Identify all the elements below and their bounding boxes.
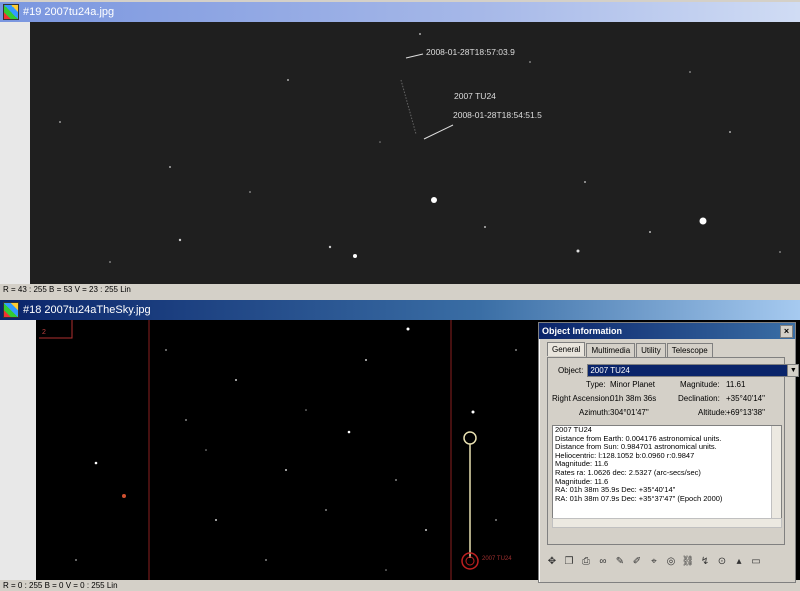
up-arrow-icon[interactable]: ▴: [732, 555, 746, 569]
object-details-textbox[interactable]: 2007 TU24 Distance from Earth: 0.004176 …: [552, 425, 782, 519]
svg-text:2: 2: [42, 329, 46, 336]
object-marker-start[interactable]: [463, 431, 477, 445]
close-icon[interactable]: ×: [780, 325, 793, 338]
chevron-down-icon[interactable]: ▼: [787, 365, 799, 376]
azimuth-label: Azimuth:: [579, 408, 611, 417]
object-row: Object: 2007 TU24 ▼: [558, 364, 800, 377]
object-annotation: 2007 TU24: [454, 91, 496, 101]
asteroid-trail: [400, 79, 417, 135]
type-value: Minor Planet: [610, 380, 655, 389]
tab-utility[interactable]: Utility: [636, 343, 666, 357]
time-annotation-top: 2008-01-28T18:57:03.9: [426, 47, 515, 57]
ra-label: Right Ascension:: [552, 394, 612, 403]
window-titlebar[interactable]: #18 2007tu24aTheSky.jpg: [0, 300, 800, 320]
tab-bar: General Multimedia Utility Telescope: [547, 342, 714, 357]
dec-label: Declination:: [678, 394, 720, 403]
object-label: Object:: [558, 366, 584, 375]
star-field-svg: [59, 33, 781, 263]
edit-icon[interactable]: ✐: [630, 555, 644, 569]
left-margin: [0, 320, 36, 580]
tab-general[interactable]: General: [547, 342, 586, 356]
left-margin: [0, 22, 30, 284]
marker-label: 2007 TU24: [482, 556, 512, 562]
time-annotation-bottom: 2008-01-28T18:54:51.5: [453, 110, 542, 120]
azimuth-value: 304°01'47": [610, 408, 649, 417]
copy-icon[interactable]: ❐: [562, 555, 576, 569]
target-icon[interactable]: ◎: [664, 555, 678, 569]
magnitude-label: Magnitude:: [680, 380, 720, 389]
object-select[interactable]: 2007 TU24 ▼: [587, 364, 800, 377]
star-field-image[interactable]: 2008-01-28T18:57:03.9 2007 TU24 2008-01-…: [30, 22, 800, 284]
status-bar: R = 43 : 255 B = 53 V = 23 : 255 Lin: [0, 284, 800, 295]
tab-telescope[interactable]: Telescope: [666, 343, 713, 357]
type-label: Type:: [586, 380, 606, 389]
object-information-dialog[interactable]: Object Information × General Multimedia …: [538, 322, 800, 583]
window-titlebar[interactable]: #19 2007tu24a.jpg: [0, 2, 800, 22]
dialog-titlebar[interactable]: Object Information ×: [539, 323, 795, 339]
dialog-toolbar: ✥ ❐ ⎙ ∞ ✎ ✐ ⌖ ◎ ⛓ ↯ ⊙ ▴ ▭: [545, 555, 763, 569]
center-icon[interactable]: ✥: [545, 555, 559, 569]
detail-line: RA: 01h 38m 07.9s Dec: +35°37'47" (Epoch…: [555, 493, 723, 503]
app-icon[interactable]: [3, 4, 19, 20]
window-title: #18 2007tu24aTheSky.jpg: [23, 304, 151, 316]
object-select-value: 2007 TU24: [588, 365, 788, 376]
folder-icon[interactable]: ▭: [749, 555, 763, 569]
window-title: #19 2007tu24a.jpg: [23, 6, 115, 18]
altitude-label: Altitude:: [698, 408, 727, 417]
image-window-19[interactable]: #19 2007tu24a.jpg 2008-01-28T18:57:03.9 …: [0, 2, 800, 295]
telescope-icon[interactable]: ⌖: [647, 555, 661, 569]
altitude-value: +69°13'38": [726, 408, 765, 417]
chain-icon[interactable]: ⛓: [681, 555, 695, 569]
sync-icon[interactable]: ⊙: [715, 555, 729, 569]
dialog-title: Object Information: [542, 326, 623, 336]
tab-multimedia[interactable]: Multimedia: [586, 343, 636, 357]
app-icon[interactable]: [3, 302, 19, 318]
vertical-scrollbar[interactable]: [771, 426, 781, 518]
pencil-icon[interactable]: ✎: [613, 555, 627, 569]
print-icon[interactable]: ⎙: [579, 555, 593, 569]
dec-value: +35°40'14": [726, 394, 765, 403]
magnitude-value: 11.61: [726, 380, 746, 389]
ra-value: 01h 38m 36s: [610, 394, 657, 403]
link-icon[interactable]: ∞: [596, 555, 610, 569]
general-panel: Object: 2007 TU24 ▼ Type: Minor Planet M…: [547, 357, 800, 545]
slew-icon[interactable]: ↯: [698, 555, 712, 569]
horizontal-scrollbar[interactable]: [552, 518, 782, 528]
